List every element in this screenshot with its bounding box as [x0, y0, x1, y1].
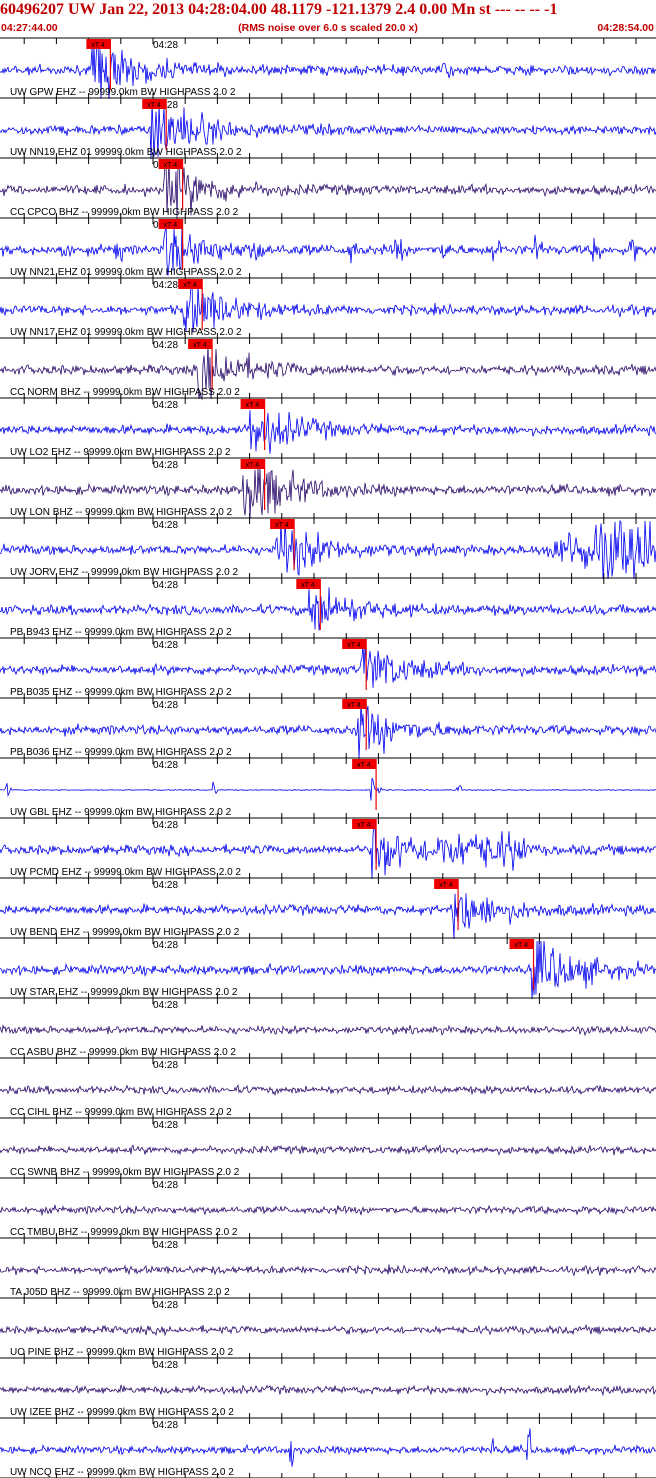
- channel-label: CC SWNB BHZ -- 99999.0km BW HIGHPASS 2.0…: [10, 1167, 240, 1178]
- channel-label: UW PCMD EHZ -- 99999.0km BW HIGHPASS 2.0…: [10, 867, 241, 878]
- event-title: 60496207 UW Jan 22, 2013 04:28:04.00 48.…: [0, 1, 558, 18]
- waveform-trace: [0, 1144, 656, 1156]
- channel-label: UW LO2 EHZ -- 99999.0km BW HIGHPASS 2.0 …: [10, 447, 231, 458]
- waveform-trace: [0, 587, 656, 631]
- time-tick-label: 04:28: [153, 880, 178, 891]
- time-tick-label: 04:28: [153, 1000, 178, 1011]
- time-tick-label: 04:28: [153, 520, 178, 531]
- channel-label: UW NN19 EHZ 01 99999.0km BW HIGHPASS 2.0…: [10, 147, 242, 158]
- time-tick-label: 04:28: [153, 460, 178, 471]
- time-tick-label: 04:28: [153, 400, 178, 411]
- pick-label: xT 4: [275, 522, 289, 529]
- scaling-note: (RMS noise over 6.0 s scaled 20.0 x): [238, 22, 418, 34]
- channel-label: UW NN21 EHZ 01 99999.0km BW HIGHPASS 2.0…: [10, 267, 242, 278]
- waveform-trace: [0, 1428, 656, 1467]
- channel-label: CC TMBU BHZ -- 99999.0km BW HIGHPASS 2.0…: [10, 1227, 238, 1238]
- waveform-trace: [0, 1024, 656, 1037]
- time-tick-label: 04:28: [153, 1300, 178, 1311]
- pick-label: xT 4: [183, 282, 197, 289]
- header: 60496207 UW Jan 22, 2013 04:28:04.00 48.…: [0, 0, 656, 36]
- pick-label: xT 4: [246, 402, 260, 409]
- waveform-trace: [0, 1384, 656, 1397]
- channel-label: UW LON BHZ -- 99999.0km BW HIGHPASS 2.0 …: [10, 507, 233, 518]
- time-tick-label: 04:28: [153, 1060, 178, 1071]
- time-tick-label: 04:28: [153, 1360, 178, 1371]
- channel-label: PB B035 EHZ -- 99999.0km BW HIGHPASS 2.0…: [10, 687, 232, 698]
- time-tick-label: 04:28: [153, 940, 178, 951]
- pick-label: xT 4: [347, 642, 361, 649]
- pick-label: xT 4: [164, 222, 178, 229]
- channel-label: UW STAR EHZ -- 99999.0km BW HIGHPASS 2.0…: [10, 987, 238, 998]
- time-tick-label: 04:28: [153, 40, 178, 51]
- waveform-trace: [0, 641, 656, 688]
- waveform-trace: [0, 1084, 656, 1097]
- time-tick-label: 04:28: [153, 700, 178, 711]
- channel-label: CC ASBU BHZ -- 99999.0km BW HIGHPASS 2.0…: [10, 1047, 236, 1058]
- channel-label: UW JORV EHZ -- 99999.0km BW HIGHPASS 2.0…: [10, 567, 238, 578]
- channel-label: UW BEND EHZ -- 99999.0km BW HIGHPASS 2.0…: [10, 927, 240, 938]
- waveform-trace: [0, 1204, 656, 1216]
- channel-label: UO PINE BHZ -- 99999.0km BW HIGHPASS 2.0…: [10, 1347, 234, 1358]
- waveform-trace: [0, 1323, 656, 1337]
- channel-label: PB B036 EHZ -- 99999.0km BW HIGHPASS 2.0…: [10, 747, 232, 758]
- channel-label: CC CIHL BHZ -- 99999.0km BW HIGHPASS 2.0…: [10, 1107, 232, 1118]
- time-tick-label: 04:28: [153, 1240, 178, 1251]
- pick-label: xT 4: [164, 162, 178, 169]
- time-tick-label: 04:28: [153, 760, 178, 771]
- pick-label: xT 4: [246, 462, 260, 469]
- pick-label: xT 4: [147, 102, 161, 109]
- time-tick-label: 04:28: [153, 580, 178, 591]
- time-tick-label: 04:28: [153, 1180, 178, 1191]
- end-time: 04:28:54.00: [597, 22, 654, 34]
- channel-label: TA J05D BHZ -- 99999.0km BW HIGHPASS 2.0…: [10, 1287, 230, 1298]
- waveform-trace: [0, 777, 656, 801]
- waveform-trace: [0, 280, 656, 333]
- time-tick-label: 04:28: [153, 280, 178, 291]
- pick-label: xT 4: [193, 342, 207, 349]
- time-tick-label: 04:28: [153, 1420, 178, 1431]
- channel-label: CC CPCO BHZ -- 99999.0km BW HIGHPASS 2.0…: [10, 207, 239, 218]
- channel-label: UW GBL EHZ -- 99999.0km BW HIGHPASS 2.0 …: [10, 807, 232, 818]
- time-tick-label: 04:28: [153, 640, 178, 651]
- pick-label: xT 4: [357, 762, 371, 769]
- channel-label: UW NCQ EHZ -- 99999.0km BW HIGHPASS 2.0 …: [10, 1467, 234, 1478]
- waveform-trace: [0, 1264, 656, 1277]
- pick-label: xT 4: [439, 882, 453, 889]
- pick-label: xT 4: [301, 582, 315, 589]
- time-tick-label: 04:28: [153, 340, 178, 351]
- seismogram-plot: 04:28 xT 4 UW GPW EHZ -- 99999.0km BW HIGH…: [0, 37, 656, 1478]
- channel-label: UW NN17 EHZ 01 99999.0km BW HIGHPASS 2.0…: [10, 327, 242, 338]
- channel-label: UW IZEE BHZ -- 99999.0km BW HIGHPASS 2.0…: [10, 1407, 234, 1418]
- pick-label: xT 4: [91, 42, 105, 49]
- pick-label: xT 4: [357, 822, 371, 829]
- pick-label: xT 4: [347, 702, 361, 709]
- time-tick-label: 04:28: [153, 820, 178, 831]
- pick-label: xT 4: [515, 942, 529, 949]
- channel-label: CC NORM BHZ -- 99999.0km BW HIGHPASS 2.0…: [10, 387, 240, 398]
- channel-label: PB B943 EHZ -- 99999.0km BW HIGHPASS 2.0…: [10, 627, 232, 638]
- channel-label: UW GPW EHZ -- 99999.0km BW HIGHPASS 2.0 …: [10, 87, 236, 98]
- time-tick-label: 04:28: [153, 1120, 178, 1131]
